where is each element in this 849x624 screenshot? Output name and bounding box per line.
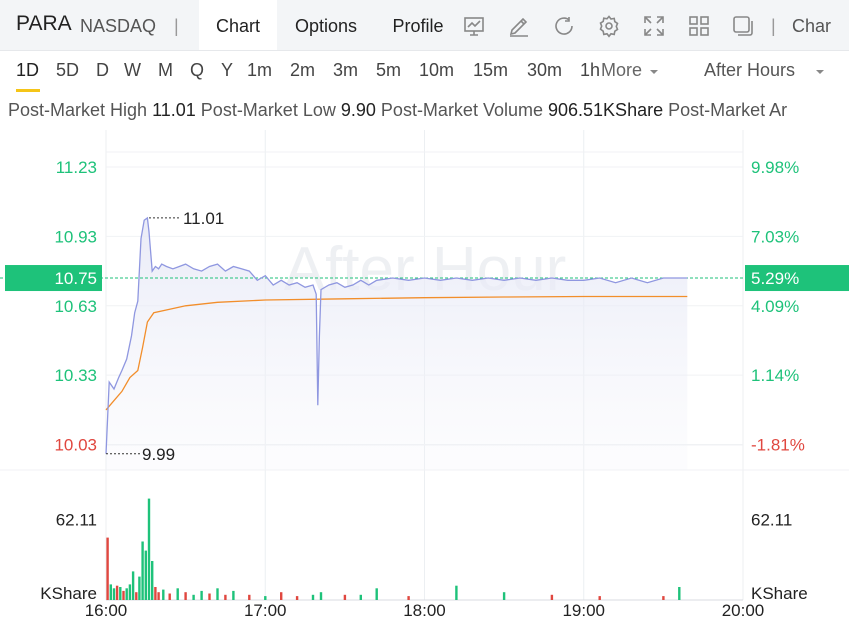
x-axis-time-tick: 20:00 xyxy=(722,601,765,620)
volume-bar xyxy=(598,596,601,600)
volume-bar xyxy=(168,593,171,600)
y-axis-price-tick: 10.93 xyxy=(54,227,97,246)
volume-axis-tick-right: 62.11 xyxy=(751,510,792,529)
volume-bar xyxy=(151,561,154,600)
volume-bar xyxy=(128,584,132,600)
y-axis-percent-tick: 9.98% xyxy=(751,158,799,177)
volume-bar xyxy=(359,594,362,600)
x-axis-time-tick: 17:00 xyxy=(244,601,287,620)
volume-bar xyxy=(455,585,458,600)
volume-bar xyxy=(122,590,125,600)
volume-bar xyxy=(131,571,135,600)
y-axis-price-tick: 10.63 xyxy=(54,297,97,316)
volume-bar xyxy=(154,587,157,600)
volume-bar xyxy=(248,594,251,600)
min-price-label: 9.99 xyxy=(142,445,175,464)
volume-bar xyxy=(208,593,211,600)
x-axis-time-tick: 16:00 xyxy=(85,601,128,620)
volume-bar xyxy=(311,594,315,600)
volume-bar xyxy=(407,596,410,600)
volume-bar xyxy=(375,588,378,600)
volume-bar xyxy=(192,594,195,600)
volume-bar xyxy=(138,576,141,600)
volume-bar xyxy=(502,592,506,600)
volume-bar xyxy=(162,589,165,600)
x-axis-time-tick: 19:00 xyxy=(562,601,605,620)
volume-bar xyxy=(106,537,109,600)
volume-bar xyxy=(147,498,151,600)
y-axis-price-tick: 11.23 xyxy=(56,158,97,177)
volume-bar xyxy=(550,594,554,600)
volume-bar xyxy=(319,592,323,600)
volume-bar xyxy=(200,590,203,600)
volume-bar xyxy=(264,596,267,600)
volume-bar xyxy=(678,587,681,600)
volume-bar xyxy=(109,584,112,600)
y-axis-price-tick: 10.03 xyxy=(54,436,97,455)
volume-bar xyxy=(157,592,160,600)
volume-bar xyxy=(224,594,227,600)
y-axis-price-tick: 10.33 xyxy=(54,366,97,385)
volume-bar xyxy=(141,541,144,600)
volume-bar xyxy=(115,585,119,600)
y-axis-percent-tick: 4.09% xyxy=(751,297,799,316)
volume-bar xyxy=(232,590,235,600)
y-axis-percent-tick: 7.03% xyxy=(751,227,799,246)
x-axis-time-tick: 18:00 xyxy=(403,601,446,620)
y-axis-percent-tick: 1.14% xyxy=(751,366,799,385)
volume-axis-tick-left: 62.11 xyxy=(56,510,97,529)
volume-bar xyxy=(144,550,147,600)
volume-bar xyxy=(112,588,116,600)
volume-bar xyxy=(184,592,187,600)
volume-bar xyxy=(343,594,347,600)
volume-bar xyxy=(176,588,179,600)
volume-bar xyxy=(125,588,128,600)
y-axis-percent-tick: -1.81% xyxy=(751,436,805,455)
price-chart[interactable]: After Hour11.019.9911.23 9.98%10.93 7.03%1… xyxy=(0,0,849,624)
volume-bar xyxy=(119,587,122,600)
current-percent-value: 5.29% xyxy=(751,269,799,288)
volume-bar xyxy=(135,592,138,600)
volume-bar xyxy=(216,588,219,600)
current-price-value: 10.75 xyxy=(54,269,97,288)
volume-bar xyxy=(662,596,665,600)
max-price-label: 11.01 xyxy=(183,209,224,228)
volume-bar xyxy=(280,592,283,600)
volume-bar xyxy=(295,596,299,600)
